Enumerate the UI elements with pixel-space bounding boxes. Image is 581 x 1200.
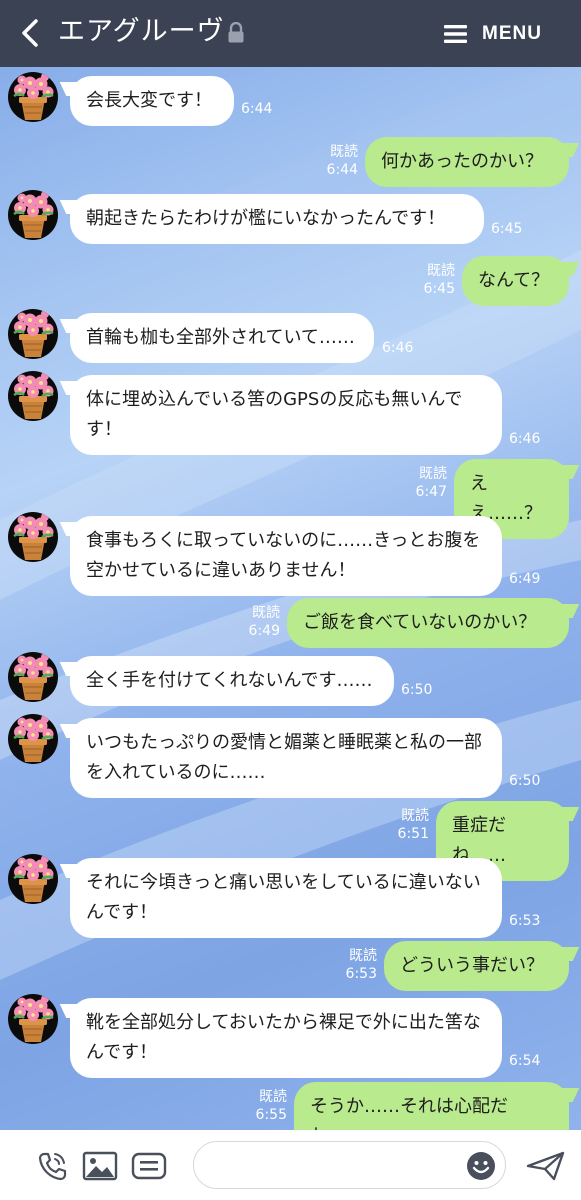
flower-pot-icon bbox=[13, 73, 54, 120]
read-receipt: 既読 6:53 bbox=[319, 947, 377, 983]
incoming-message[interactable]: 首輪も枷も全部外されていて…… bbox=[70, 313, 374, 363]
message-timestamp: 6:46 bbox=[509, 431, 541, 447]
read-receipt: 既読 6:44 bbox=[300, 143, 358, 179]
hamburger-icon bbox=[444, 25, 467, 43]
message-timestamp: 6:50 bbox=[509, 773, 541, 789]
avatar[interactable] bbox=[8, 309, 58, 359]
outgoing-message[interactable]: どういう事だい？ bbox=[384, 941, 569, 991]
chat-title: エアグルーヴ bbox=[58, 13, 245, 51]
read-receipt: 既読 6:51 bbox=[371, 807, 429, 843]
message-timestamp: 6:53 bbox=[345, 966, 377, 982]
avatar[interactable] bbox=[8, 854, 58, 904]
message-timestamp: 6:53 bbox=[509, 913, 541, 929]
send-icon[interactable] bbox=[526, 1150, 566, 1182]
read-label: 既読 bbox=[419, 466, 447, 482]
incoming-message[interactable]: 体に埋め込んでいる筈のGPSの反応も無いんです！ bbox=[70, 375, 502, 455]
message-timestamp: 6:47 bbox=[415, 484, 447, 500]
message-timestamp: 6:50 bbox=[401, 682, 433, 698]
flower-pot-icon bbox=[13, 855, 54, 902]
message-timestamp: 6:54 bbox=[509, 1053, 541, 1069]
flower-pot-icon bbox=[13, 372, 54, 419]
read-label: 既読 bbox=[349, 948, 377, 964]
avatar[interactable] bbox=[8, 714, 58, 764]
outgoing-message[interactable]: 何かあったのかい？ bbox=[365, 137, 569, 187]
message-timestamp: 6:49 bbox=[509, 571, 541, 587]
lock-icon bbox=[228, 21, 244, 42]
menu-button[interactable]: MENU bbox=[444, 20, 542, 48]
incoming-message[interactable]: 全く手を付けてくれないんです…… bbox=[70, 656, 394, 706]
read-receipt: 既読 6:49 bbox=[222, 604, 280, 640]
flower-pot-icon bbox=[13, 191, 54, 238]
incoming-message[interactable]: 食事もろくに取っていないのに……きっとお腹を空かせているに違いありません！ bbox=[70, 516, 502, 596]
avatar[interactable] bbox=[8, 72, 58, 122]
chevron-left-icon[interactable] bbox=[14, 16, 48, 50]
incoming-message[interactable]: いつもたっぷりの愛情と媚薬と睡眠薬と私の一部を入れているのに…… bbox=[70, 718, 502, 798]
incoming-message[interactable]: それに今頃きっと痛い思いをしているに違いないんです！ bbox=[70, 858, 502, 938]
avatar[interactable] bbox=[8, 190, 58, 240]
avatar[interactable] bbox=[8, 994, 58, 1044]
message-input[interactable] bbox=[193, 1141, 506, 1189]
read-label: 既読 bbox=[427, 263, 455, 279]
message-composer bbox=[0, 1130, 581, 1200]
chat-header: エアグルーヴ MENU bbox=[0, 0, 581, 67]
image-icon[interactable] bbox=[82, 1151, 118, 1181]
incoming-message[interactable]: 朝起きたらたわけが檻にいなかったんです！ bbox=[70, 194, 484, 244]
message-timestamp: 6:45 bbox=[491, 221, 523, 237]
read-label: 既読 bbox=[252, 605, 280, 621]
flower-pot-icon bbox=[13, 513, 54, 560]
read-receipt: 既読 6:55 bbox=[229, 1088, 287, 1124]
flower-pot-icon bbox=[13, 310, 54, 357]
flower-pot-icon bbox=[13, 995, 54, 1042]
read-label: 既読 bbox=[330, 144, 358, 160]
avatar[interactable] bbox=[8, 371, 58, 421]
outgoing-message[interactable]: なんて？ bbox=[462, 256, 569, 306]
menu-label: MENU bbox=[482, 23, 542, 44]
avatar[interactable] bbox=[8, 652, 58, 702]
message-timestamp: 6:44 bbox=[326, 162, 358, 178]
read-receipt: 既読 6:45 bbox=[397, 262, 455, 298]
avatar[interactable] bbox=[8, 512, 58, 562]
flower-pot-icon bbox=[13, 715, 54, 762]
message-timestamp: 6:46 bbox=[382, 340, 414, 356]
keyboard-menu-icon[interactable] bbox=[131, 1152, 167, 1180]
emoji-icon[interactable] bbox=[466, 1151, 496, 1181]
outgoing-message[interactable]: ご飯を食べていないのかい？ bbox=[287, 598, 569, 648]
incoming-message[interactable]: 靴を全部処分しておいたから裸足で外に出た筈なんです！ bbox=[70, 998, 502, 1078]
message-timestamp: 6:45 bbox=[423, 281, 455, 297]
message-timestamp: 6:49 bbox=[248, 623, 280, 639]
message-timestamp: 6:51 bbox=[397, 826, 429, 842]
read-label: 既読 bbox=[401, 808, 429, 824]
message-timestamp: 6:44 bbox=[241, 101, 273, 117]
contact-name: エアグルーヴ bbox=[58, 16, 225, 47]
phone-icon[interactable] bbox=[36, 1150, 68, 1182]
message-timestamp: 6:55 bbox=[255, 1107, 287, 1123]
flower-pot-icon bbox=[13, 653, 54, 700]
read-receipt: 既読 6:47 bbox=[389, 465, 447, 501]
incoming-message[interactable]: 会長大変です！ bbox=[70, 76, 234, 126]
read-label: 既読 bbox=[259, 1089, 287, 1105]
